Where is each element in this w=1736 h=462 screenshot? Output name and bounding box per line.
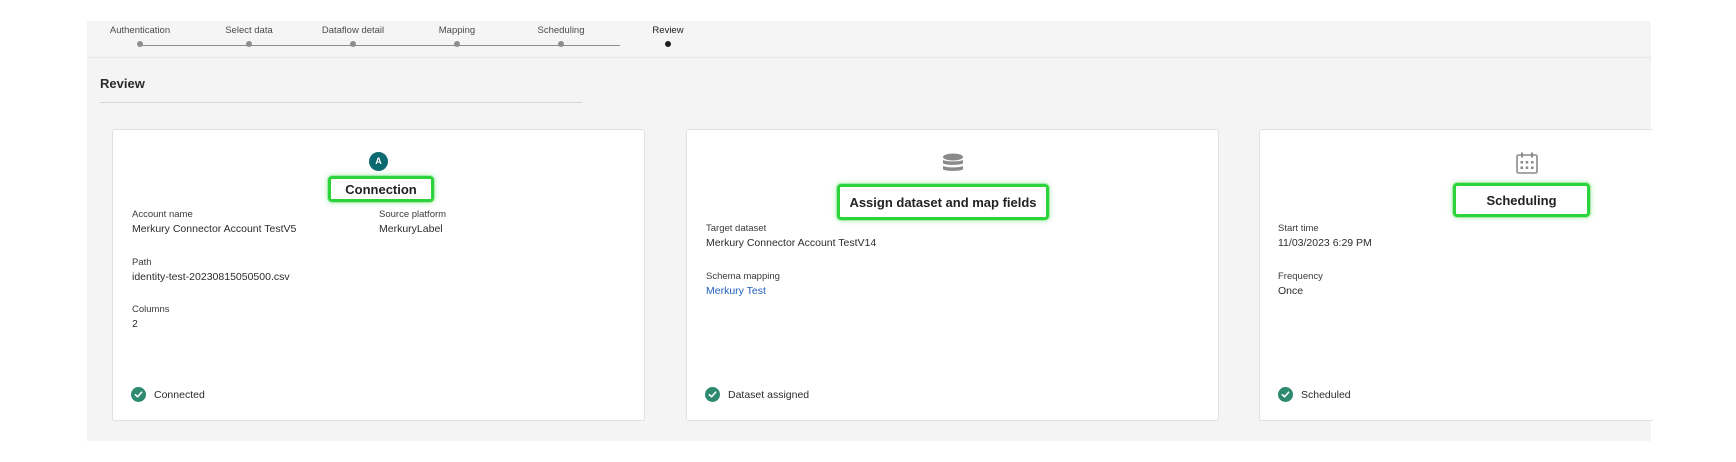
workflow-panel: Authentication Select data Dataflow deta…: [87, 21, 1654, 441]
step-dot: [137, 41, 143, 47]
connection-status: Connected: [131, 387, 205, 402]
page-title: Review: [100, 76, 145, 91]
step-label: Authentication: [109, 25, 171, 36]
path-field: Path identity-test-20230815050500.csv: [132, 257, 290, 283]
schema-mapping-label: Schema mapping: [706, 271, 780, 282]
database-icon: [941, 153, 965, 180]
frequency-label: Frequency: [1278, 271, 1323, 282]
dataset-title: Assign dataset and map fields: [849, 194, 1037, 210]
connection-title-highlight: Connection: [328, 176, 434, 202]
step-mapping[interactable]: Mapping: [397, 25, 517, 47]
step-dot: [558, 41, 564, 47]
schema-mapping-field: Schema mapping Merkury Test: [706, 271, 780, 297]
path-value: identity-test-20230815050500.csv: [132, 271, 290, 283]
frequency-value: Once: [1278, 285, 1304, 297]
columns-value: 2: [132, 318, 138, 330]
target-dataset-field: Target dataset Merkury Connector Account…: [706, 223, 876, 249]
connection-card: A Connection Account name Merkury Connec…: [112, 129, 645, 421]
scheduling-title-highlight: Scheduling: [1453, 183, 1590, 217]
step-dot: [246, 41, 252, 47]
account-name-value: Merkury Connector Account TestV5: [132, 223, 297, 235]
connection-status-text: Connected: [154, 388, 205, 401]
scheduling-title: Scheduling: [1486, 192, 1557, 208]
dataset-status: Dataset assigned: [705, 387, 809, 402]
start-time-value: 11/03/2023 6:29 PM: [1278, 237, 1372, 249]
account-name-label: Account name: [132, 209, 193, 220]
dataset-status-text: Dataset assigned: [728, 388, 810, 401]
step-dot: [665, 41, 671, 47]
progress-stepper: Authentication Select data Dataflow deta…: [87, 21, 1651, 58]
scheduling-status-text: Scheduled: [1301, 388, 1351, 401]
account-avatar-icon: A: [369, 151, 388, 171]
dataset-card: Assign dataset and map fields Target dat…: [686, 129, 1219, 421]
checkmark-circle-icon: [1278, 387, 1293, 402]
step-dataflow-detail[interactable]: Dataflow detail: [293, 25, 413, 47]
step-label: Mapping: [438, 25, 476, 36]
source-platform-field: Source platform MerkuryLabel: [379, 209, 446, 235]
scheduling-card: Scheduling Start time 11/03/2023 6:29 PM…: [1259, 129, 1654, 421]
step-scheduling[interactable]: Scheduling: [501, 25, 621, 47]
step-authentication[interactable]: Authentication: [80, 25, 200, 47]
target-dataset-label: Target dataset: [706, 223, 767, 234]
frequency-field: Frequency Once: [1278, 271, 1323, 297]
checkmark-circle-icon: [131, 387, 146, 402]
step-label: Scheduling: [537, 25, 585, 36]
step-select-data[interactable]: Select data: [189, 25, 309, 47]
start-time-label: Start time: [1278, 223, 1319, 234]
step-dot: [350, 41, 356, 47]
columns-field: Columns 2: [132, 304, 170, 330]
account-name-field: Account name Merkury Connector Account T…: [132, 209, 296, 235]
calendar-icon: [1515, 152, 1539, 179]
columns-label: Columns: [132, 304, 170, 315]
source-platform-label: Source platform: [379, 209, 447, 220]
step-label: Review: [652, 25, 684, 36]
start-time-field: Start time 11/03/2023 6:29 PM: [1278, 223, 1372, 249]
scheduling-status: Scheduled: [1278, 387, 1351, 402]
target-dataset-value: Merkury Connector Account TestV14: [706, 237, 877, 249]
connection-title: Connection: [345, 181, 417, 197]
checkmark-circle-icon: [705, 387, 720, 402]
schema-mapping-link[interactable]: Merkury Test: [706, 285, 780, 297]
title-divider: [100, 102, 582, 103]
step-label: Dataflow detail: [321, 25, 385, 36]
dataset-title-highlight: Assign dataset and map fields: [837, 184, 1049, 220]
step-label: Select data: [225, 25, 273, 36]
path-label: Path: [132, 257, 152, 268]
step-review[interactable]: Review: [608, 25, 728, 47]
source-platform-value: MerkuryLabel: [379, 223, 443, 235]
step-dot: [454, 41, 460, 47]
